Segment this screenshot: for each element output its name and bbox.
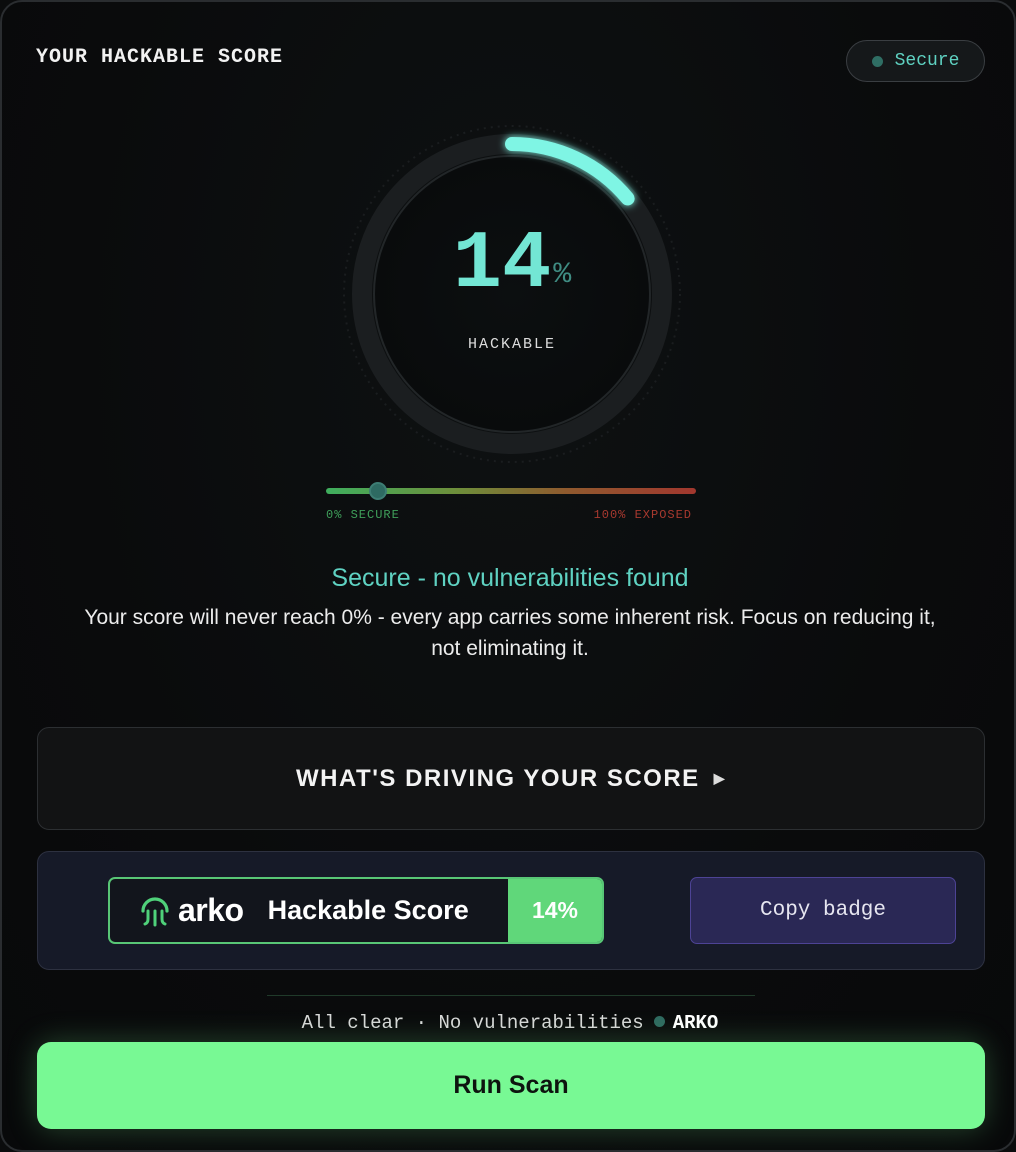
hackable-score-badge: arko Hackable Score 14% <box>108 877 604 944</box>
footer-status-text: All clear · No vulnerabilities <box>301 1012 644 1034</box>
footer-status: All clear · No vulnerabilities ARKO <box>2 1012 1014 1034</box>
status-dot-icon <box>871 55 883 67</box>
badge-text: Hackable Score <box>267 895 469 925</box>
score-label: HACKABLE <box>467 336 556 353</box>
summary-headline: Secure - no vulnerabilities found <box>331 564 689 592</box>
summary-description: Your score will never reach 0% - every a… <box>84 606 936 660</box>
copy-badge-button[interactable]: Copy badge <box>690 877 956 944</box>
risk-scale-marker <box>368 482 387 500</box>
arko-logo-icon <box>141 896 169 926</box>
score-number: 14 <box>452 218 552 311</box>
status-badge-label: Secure <box>894 51 960 71</box>
status-badge: Secure <box>846 40 985 82</box>
score-unit: % <box>553 258 572 292</box>
run-scan-button[interactable]: Run Scan <box>37 1042 985 1129</box>
status-dot-icon <box>653 1016 665 1027</box>
score-gauge: 14% HACKABLE <box>332 114 692 474</box>
badge-score: 14% <box>508 879 602 942</box>
hackable-score-card: YOUR HACKABLE SCORE Secure 14% HACKABLE <box>0 0 1016 1152</box>
scale-min-label: 0% SECURE <box>326 508 400 522</box>
score-value: 14% <box>332 224 692 306</box>
triangle-right-icon: ▶ <box>713 770 726 786</box>
footer-brand: ARKO <box>672 1012 719 1034</box>
scale-max-label: 100% EXPOSED <box>593 508 692 522</box>
badge-left: arko Hackable Score <box>110 879 508 942</box>
score-drivers-toggle[interactable]: WHAT'S DRIVING YOUR SCORE ▶ <box>37 727 985 830</box>
card-title: YOUR HACKABLE SCORE <box>36 46 284 69</box>
score-drivers-label: WHAT'S DRIVING YOUR SCORE <box>296 764 700 792</box>
badge-panel: arko Hackable Score 14% Copy badge <box>37 851 985 970</box>
badge-brand: arko <box>178 892 244 928</box>
footer-divider <box>267 995 755 996</box>
risk-scale-bar <box>326 482 696 500</box>
